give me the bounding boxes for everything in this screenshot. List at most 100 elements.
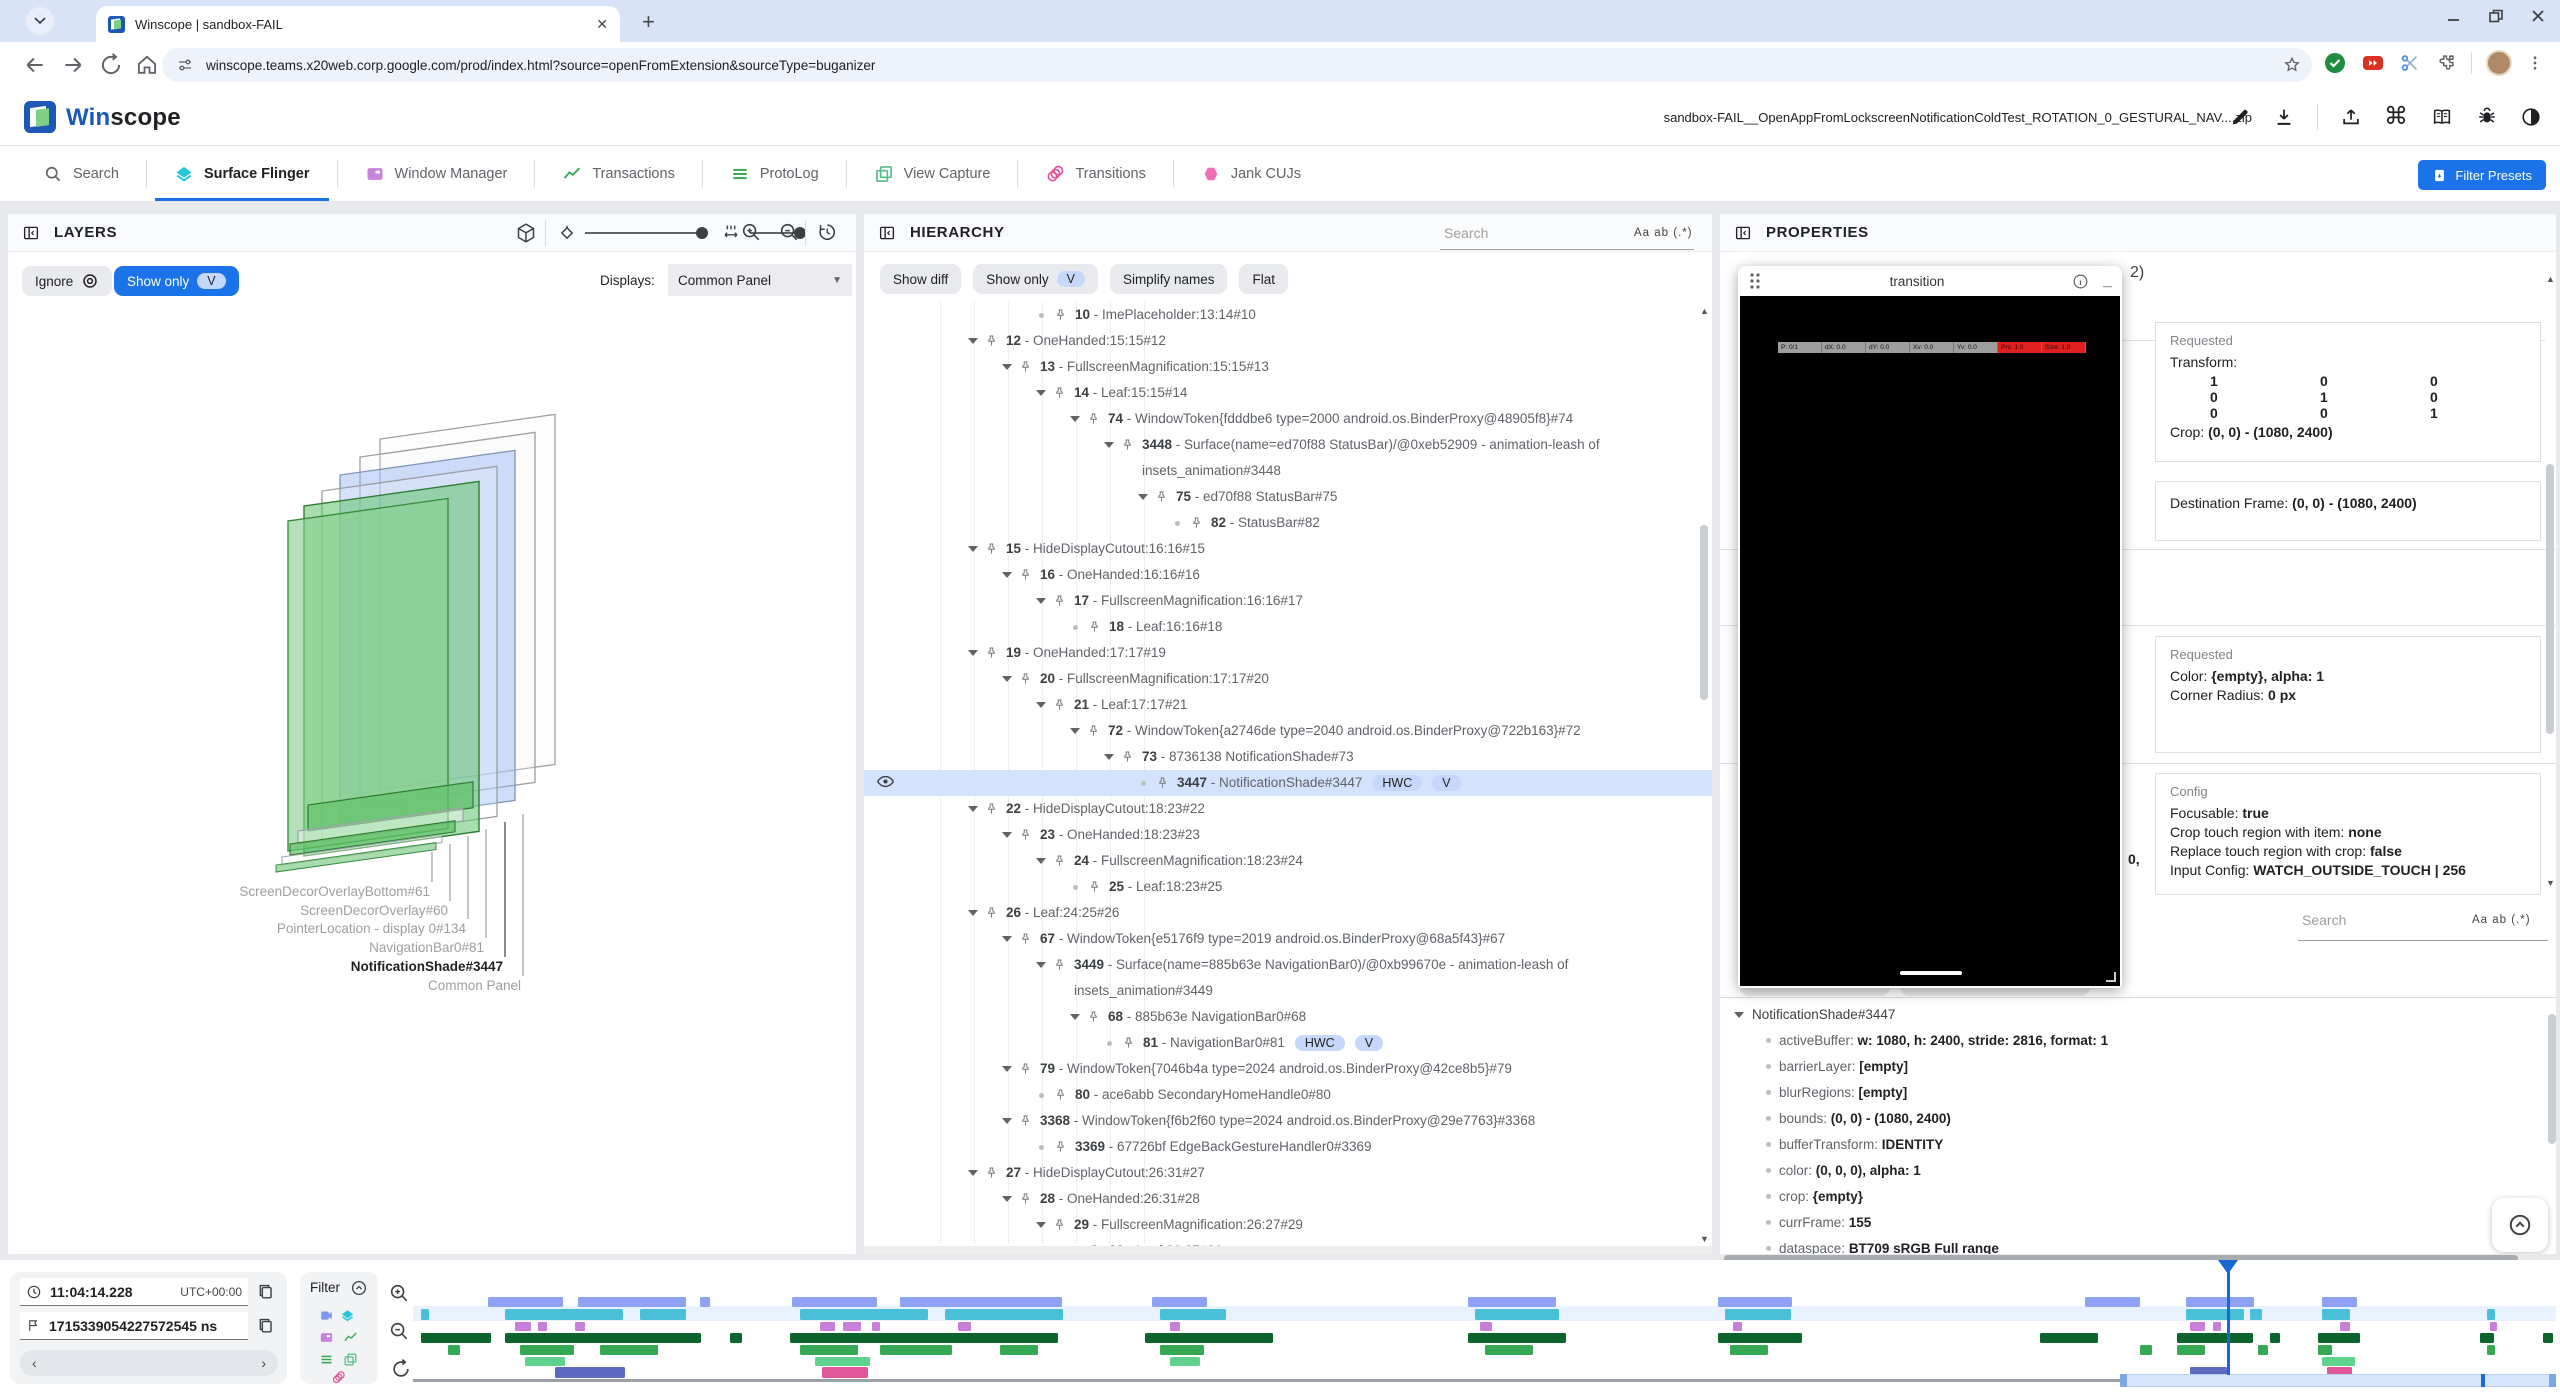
- hierarchy-node-68[interactable]: 68 - 885b63e NavigationBar0#68: [864, 1004, 1712, 1030]
- hierarchy-node-3368[interactable]: 3368 - WindowToken{f6b2f60 type=2024 and…: [864, 1108, 1712, 1134]
- trace-segment-transactions[interactable]: [2543, 1333, 2553, 1343]
- new-tab-button[interactable]: +: [642, 9, 655, 35]
- hierarchy-node-73[interactable]: 73 - 8736138 NotificationShade#73: [864, 744, 1712, 770]
- hierarchy-button-show-diff[interactable]: Show diff: [880, 264, 961, 294]
- trace-segment-transactions[interactable]: [1718, 1333, 1802, 1343]
- timeline-tracks[interactable]: [413, 1260, 2556, 1392]
- trace-segment-view-capture[interactable]: [525, 1357, 565, 1366]
- trace-segment-surface-flinger[interactable]: [945, 1309, 1063, 1320]
- tab-surface-flinger[interactable]: Surface Flinger: [147, 146, 337, 201]
- pin-icon[interactable]: [1052, 1218, 1067, 1233]
- trace-segment-window-manager[interactable]: [958, 1322, 971, 1331]
- hierarchy-node-3447[interactable]: 3447 - NotificationShade#3447HWCV: [864, 770, 1712, 796]
- forward-icon[interactable]: [60, 52, 86, 78]
- tab-search-button[interactable]: [26, 7, 54, 35]
- timeline-zoom-out-icon[interactable]: [388, 1320, 410, 1342]
- pin-icon[interactable]: [1053, 308, 1068, 323]
- minimize-overlay-icon[interactable]: _: [2103, 272, 2112, 290]
- dark-mode-contrast-icon[interactable]: [2520, 106, 2542, 128]
- hierarchy-node-10[interactable]: 10 - ImePlaceholder:13:14#10: [864, 302, 1712, 328]
- pin-icon[interactable]: [1018, 360, 1033, 375]
- trace-segment-surface-flinger[interactable]: [2487, 1309, 2495, 1320]
- filter-squares-icon[interactable]: [343, 1352, 358, 1367]
- trace-segment-screen-recording[interactable]: [700, 1297, 710, 1307]
- hierarchy-node-23[interactable]: 23 - OneHanded:18:23#23: [864, 822, 1712, 848]
- tab-transitions[interactable]: Transitions: [1018, 146, 1172, 201]
- pin-icon[interactable]: [984, 802, 999, 817]
- properties-root-node[interactable]: NotificationShade#3447: [1720, 1002, 2540, 1028]
- hierarchy-search-input[interactable]: Search: [1444, 225, 1488, 241]
- report-bug-icon[interactable]: [2476, 106, 2498, 128]
- trace-segment-protolog[interactable]: [600, 1345, 658, 1355]
- timeline-reset-zoom-icon[interactable]: [390, 1358, 412, 1380]
- pin-icon[interactable]: [1018, 672, 1033, 687]
- hierarchy-node-27[interactable]: 27 - HideDisplayCutout:26:31#27: [864, 1160, 1712, 1186]
- hierarchy-node-25[interactable]: 25 - Leaf:18:23#25: [864, 874, 1712, 900]
- tab-protolog[interactable]: ProtoLog: [703, 146, 846, 201]
- hierarchy-button-simplify-names[interactable]: Simplify names: [1110, 264, 1228, 294]
- trace-segment-view-capture[interactable]: [1170, 1357, 1200, 1366]
- close-window-icon[interactable]: [2530, 8, 2546, 24]
- property-barrierLayer[interactable]: barrierLayer: [empty]: [1720, 1054, 2540, 1080]
- transition-overlay-window[interactable]: transition _ P: 0/1dX: 0.0dY: 0.0Xv: 0.0…: [1738, 266, 2122, 988]
- pin-icon[interactable]: [1086, 412, 1101, 427]
- match-options-icons[interactable]: Aa ab (.*): [1634, 227, 1693, 239]
- trace-segment-surface-flinger[interactable]: [1725, 1309, 1791, 1320]
- hierarchy-node-19[interactable]: 19 - OneHanded:17:17#19: [864, 640, 1712, 666]
- hierarchy-node-24[interactable]: 24 - FullscreenMagnification:18:23#24: [864, 848, 1712, 874]
- pin-icon[interactable]: [984, 906, 999, 921]
- visibility-eye-icon[interactable]: [876, 772, 895, 791]
- pin-icon[interactable]: [1053, 1140, 1068, 1155]
- trace-segment-protolog[interactable]: [2140, 1345, 2152, 1355]
- filter-lines-icon[interactable]: [319, 1352, 334, 1367]
- trace-segment-window-manager[interactable]: [2340, 1322, 2350, 1331]
- next-frame-icon[interactable]: ›: [261, 1355, 266, 1371]
- trace-segment-transactions[interactable]: [2040, 1333, 2098, 1343]
- hierarchy-node-82[interactable]: 82 - StatusBar#82: [864, 510, 1712, 536]
- extension-check-icon[interactable]: [2323, 51, 2347, 75]
- trace-segment-window-manager[interactable]: [820, 1322, 835, 1331]
- trace-segment-window-manager[interactable]: [1733, 1322, 1742, 1331]
- hierarchy-node-20[interactable]: 20 - FullscreenMagnification:17:17#20: [864, 666, 1712, 692]
- guide-book-icon[interactable]: [2430, 106, 2454, 128]
- pin-icon[interactable]: [1018, 1192, 1033, 1207]
- hierarchy-node-17[interactable]: 17 - FullscreenMagnification:16:16#17: [864, 588, 1712, 614]
- trace-segment-transactions[interactable]: [2480, 1333, 2494, 1343]
- property-bounds[interactable]: bounds: (0, 0) - (1080, 2400): [1720, 1106, 2540, 1132]
- filter-spiral-icon[interactable]: [331, 1370, 346, 1385]
- minimap-track[interactable]: [413, 1379, 2120, 1382]
- trace-segment-surface-flinger[interactable]: [505, 1309, 623, 1320]
- pin-icon[interactable]: [1154, 490, 1169, 505]
- trace-segment-screen-recording[interactable]: [1468, 1297, 1556, 1307]
- trace-segment-window-manager[interactable]: [2190, 1322, 2205, 1331]
- info-icon[interactable]: [2072, 273, 2089, 290]
- trace-segment-protolog[interactable]: [2258, 1345, 2268, 1355]
- pin-icon[interactable]: [1087, 880, 1102, 895]
- hierarchy-node-3448[interactable]: 3448 - Surface(name=ed70f88 StatusBar)/@…: [864, 432, 1712, 484]
- hierarchy-node-75[interactable]: 75 - ed70f88 StatusBar#75: [864, 484, 1712, 510]
- scroll-up-icon[interactable]: ▲: [1700, 306, 1709, 316]
- trace-segment-window-manager[interactable]: [538, 1322, 547, 1331]
- trace-segment-protolog[interactable]: [2487, 1345, 2495, 1355]
- ns-time-field[interactable]: 1715339054227572545 ns: [20, 1312, 248, 1340]
- trace-segment-surface-flinger[interactable]: [2250, 1309, 2262, 1320]
- trace-segment-transactions[interactable]: [1145, 1333, 1273, 1343]
- trace-segment-protolog[interactable]: [1730, 1345, 1768, 1355]
- download-icon[interactable]: [2273, 106, 2295, 128]
- extensions-puzzle-icon[interactable]: [2435, 52, 2457, 74]
- site-info-icon[interactable]: [176, 56, 194, 74]
- properties-list-scrollbar[interactable]: [2548, 1014, 2556, 1144]
- trace-segment-protolog[interactable]: [1485, 1345, 1533, 1355]
- match-options-icons[interactable]: Aa ab (.*): [2472, 914, 2531, 926]
- pin-icon[interactable]: [1052, 958, 1067, 973]
- scroll-down-icon[interactable]: ▼: [1700, 1234, 1709, 1244]
- video-drag-handle[interactable]: [1900, 971, 1962, 975]
- tab-search[interactable]: Search: [16, 146, 146, 201]
- pin-icon[interactable]: [984, 646, 999, 661]
- property-currFrame[interactable]: currFrame: 155: [1720, 1210, 2540, 1236]
- trace-segment-window-manager[interactable]: [575, 1322, 585, 1331]
- hierarchy-button-flat[interactable]: Flat: [1239, 264, 1288, 294]
- filter-chart-icon[interactable]: [343, 1330, 358, 1345]
- frame-step-control[interactable]: ‹ ›: [20, 1350, 278, 1376]
- trace-segment-view-capture[interactable]: [815, 1357, 870, 1366]
